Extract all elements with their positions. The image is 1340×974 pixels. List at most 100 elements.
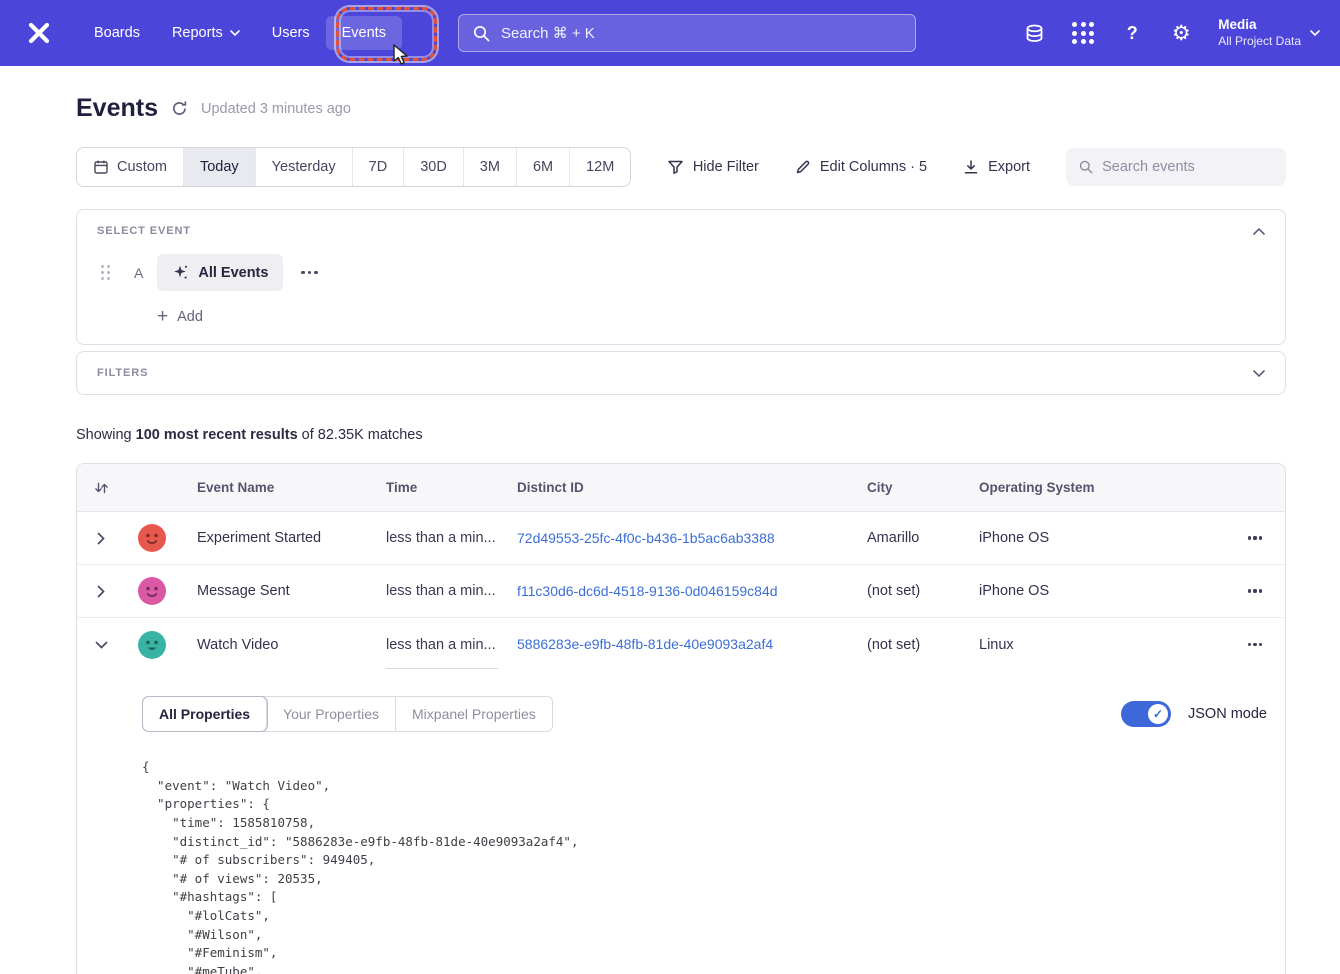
cell-os: iPhone OS xyxy=(979,530,1225,546)
project-switcher[interactable]: Media All Project Data xyxy=(1218,17,1320,49)
expand-collapse-all-icon[interactable] xyxy=(94,481,109,495)
plus-icon: + xyxy=(157,307,168,326)
distinct-id-link[interactable]: 5886283e-e9fb-48fb-81de-40e9093a2af4 xyxy=(517,636,773,652)
range-7d-button[interactable]: 7D xyxy=(353,148,405,186)
add-event-button[interactable]: + Add xyxy=(157,307,203,326)
select-event-header[interactable]: SELECT EVENT xyxy=(77,210,1285,252)
sparkle-icon xyxy=(172,264,189,281)
edit-columns-button[interactable]: Edit Columns · 5 xyxy=(795,159,927,175)
hide-filter-button[interactable]: Hide Filter xyxy=(667,159,759,175)
search-events-input[interactable] xyxy=(1102,159,1273,175)
apps-grid-icon[interactable] xyxy=(1071,21,1095,45)
nav-item-users[interactable]: Users xyxy=(256,16,326,50)
chevron-down-icon[interactable] xyxy=(95,641,108,649)
json-mode-toggle[interactable]: ✓ xyxy=(1121,701,1171,727)
range-today-button[interactable]: Today xyxy=(184,148,256,186)
summary-count: 100 most recent results xyxy=(136,427,298,443)
col-header-os[interactable]: Operating System xyxy=(979,480,1225,495)
page-header: Events Updated 3 minutes ago xyxy=(76,94,1286,123)
event-avatar xyxy=(138,524,166,552)
range-yesterday-button[interactable]: Yesterday xyxy=(256,148,353,186)
mixpanel-logo-icon[interactable] xyxy=(24,18,54,48)
event-avatar xyxy=(138,577,166,605)
date-range-picker: Custom Today Yesterday 7D 30D 3M 6M 12M xyxy=(76,147,631,187)
table-row-expanded[interactable]: Watch Video less than a min... 5886283e-… xyxy=(77,618,1285,671)
export-button[interactable]: Export xyxy=(963,159,1030,175)
export-label: Export xyxy=(988,159,1030,175)
chevron-right-icon[interactable] xyxy=(97,532,105,545)
event-row-more-button[interactable] xyxy=(291,261,328,285)
table-row[interactable]: Message Sent less than a min... f11c30d6… xyxy=(77,565,1285,618)
nav-item-reports-label: Reports xyxy=(172,25,223,41)
toggle-knob-check-icon: ✓ xyxy=(1148,704,1168,724)
range-12m-button[interactable]: 12M xyxy=(570,148,630,186)
select-event-label: SELECT EVENT xyxy=(97,225,191,237)
distinct-id-link[interactable]: 72d49553-25fc-4f0c-b436-1b5ac6ab3388 xyxy=(517,530,775,546)
events-table: Event Name Time Distinct ID City Operati… xyxy=(76,463,1286,974)
cursor-icon xyxy=(389,44,409,66)
range-custom-label: Custom xyxy=(117,159,167,175)
chevron-down-icon[interactable] xyxy=(1253,370,1265,377)
search-icon xyxy=(473,25,490,42)
col-header-distinct-id[interactable]: Distinct ID xyxy=(517,480,867,495)
row-more-button[interactable] xyxy=(1240,528,1271,547)
col-header-city[interactable]: City xyxy=(867,480,979,495)
event-avatar xyxy=(138,631,166,659)
top-navbar: Boards Reports Users Events Search ⌘ + K… xyxy=(0,0,1340,66)
filters-card: FILTERS xyxy=(76,351,1286,395)
properties-tabs: All Properties Your Properties Mixpanel … xyxy=(142,696,553,732)
project-scope: All Project Data xyxy=(1218,34,1301,49)
event-query-row: A All Events xyxy=(77,252,1285,291)
nav-item-reports[interactable]: Reports xyxy=(156,16,256,50)
last-updated-text: Updated 3 minutes ago xyxy=(201,101,351,117)
range-custom-button[interactable]: Custom xyxy=(77,148,184,186)
range-3m-button[interactable]: 3M xyxy=(464,148,517,186)
filters-header[interactable]: FILTERS xyxy=(77,352,1285,394)
cell-city: (not set) xyxy=(867,583,979,599)
nav-item-boards[interactable]: Boards xyxy=(78,16,156,50)
cell-time: less than a min... xyxy=(386,530,517,546)
col-header-event-name[interactable]: Event Name xyxy=(197,480,386,495)
table-row[interactable]: Experiment Started less than a min... 72… xyxy=(77,512,1285,565)
primary-nav: Boards Reports Users Events xyxy=(78,16,402,50)
row-more-button[interactable] xyxy=(1240,635,1271,654)
json-mode-control: ✓ JSON mode xyxy=(1121,701,1267,727)
range-30d-button[interactable]: 30D xyxy=(404,148,464,186)
help-icon[interactable]: ? xyxy=(1120,21,1144,45)
global-search-input[interactable]: Search ⌘ + K xyxy=(458,14,916,52)
filters-label: FILTERS xyxy=(97,367,148,379)
cell-city: Amarillo xyxy=(867,530,979,546)
main-content: Events Updated 3 minutes ago Custom Toda… xyxy=(0,94,1340,974)
chevron-down-icon xyxy=(230,30,240,36)
chevron-down-icon xyxy=(1310,30,1320,36)
pencil-icon xyxy=(795,159,811,175)
select-event-card: SELECT EVENT A All Events + Add xyxy=(76,209,1286,345)
tab-mixpanel-properties[interactable]: Mixpanel Properties xyxy=(396,697,552,731)
data-management-icon[interactable] xyxy=(1022,21,1046,45)
detail-toolbar: All Properties Your Properties Mixpanel … xyxy=(142,696,1267,732)
cell-city: (not set) xyxy=(867,637,979,653)
settings-gear-icon[interactable]: ⚙ xyxy=(1169,21,1193,45)
drag-handle-icon[interactable] xyxy=(97,261,114,284)
tab-your-properties[interactable]: Your Properties xyxy=(267,697,396,731)
cell-event-name: Message Sent xyxy=(197,583,386,599)
page-title: Events xyxy=(76,94,158,123)
col-header-time[interactable]: Time xyxy=(386,480,517,495)
table-header-row: Event Name Time Distinct ID City Operati… xyxy=(77,464,1285,512)
chevron-up-icon[interactable] xyxy=(1253,228,1265,235)
event-selector-button[interactable]: All Events xyxy=(157,254,283,291)
download-icon xyxy=(963,159,979,175)
chevron-right-icon[interactable] xyxy=(97,585,105,598)
cell-os: Linux xyxy=(979,637,1225,653)
event-selector-label: All Events xyxy=(198,265,268,281)
distinct-id-link[interactable]: f11c30d6-dc6d-4518-9136-0d046159c84d xyxy=(517,583,778,599)
search-icon xyxy=(1079,159,1093,175)
cell-os: iPhone OS xyxy=(979,583,1225,599)
calendar-icon xyxy=(93,159,109,175)
tab-all-properties[interactable]: All Properties xyxy=(143,697,267,731)
range-6m-button[interactable]: 6M xyxy=(517,148,570,186)
results-summary: Showing 100 most recent results of 82.35… xyxy=(76,427,1286,443)
refresh-button[interactable] xyxy=(171,100,188,117)
row-more-button[interactable] xyxy=(1240,581,1271,600)
json-mode-label: JSON mode xyxy=(1188,706,1267,722)
